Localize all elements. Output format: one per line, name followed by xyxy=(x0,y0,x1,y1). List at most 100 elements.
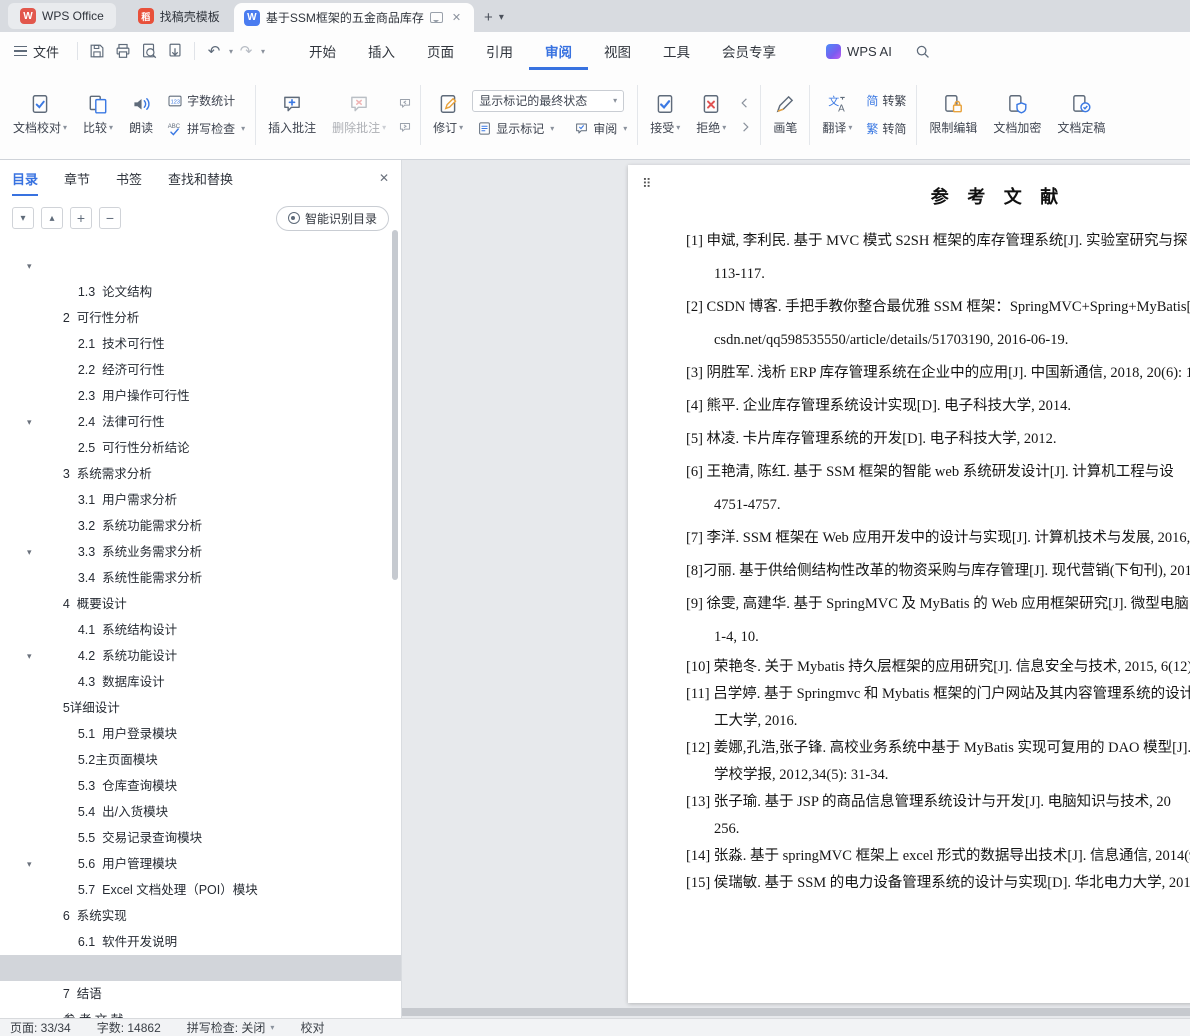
word-count-indicator[interactable]: 字数: 14862 xyxy=(97,1019,161,1036)
close-document-icon[interactable] xyxy=(449,9,464,26)
toc-expand-arrow-icon[interactable] xyxy=(27,409,32,435)
collapse-all-button[interactable] xyxy=(41,207,63,229)
finalize-button[interactable]: 文档定稿 xyxy=(1050,89,1112,140)
sidebar-tab[interactable]: 查找和替换 xyxy=(168,160,233,196)
toc-item[interactable]: 3.1 用户需求分析 xyxy=(0,435,401,507)
read-aloud-button[interactable]: 朗读 xyxy=(122,89,160,140)
ribbon-tab[interactable]: 开始 xyxy=(293,32,352,70)
review-mode-button[interactable]: 审阅 xyxy=(569,117,632,140)
accept-button[interactable]: 接受 xyxy=(643,89,687,140)
toc-item[interactable]: 5.6 用户管理模块 xyxy=(0,799,401,871)
wps-office-tab[interactable]: W WPS Office xyxy=(8,3,116,29)
toc-expand-arrow-icon[interactable] xyxy=(27,643,32,669)
markup-state-select[interactable]: 显示标记的最终状态 xyxy=(472,89,625,112)
sidebar-tab[interactable]: 目录 xyxy=(12,160,38,196)
close-sidebar-icon[interactable] xyxy=(379,171,389,185)
toc-item[interactable]: 参 考 文 献 xyxy=(0,955,401,1018)
save-button[interactable] xyxy=(84,38,110,64)
toc-item[interactable]: 5.7 Excel 文档处理（POI）模块 xyxy=(0,825,401,897)
toc-item[interactable]: 2.4 法律可行性 xyxy=(0,357,401,429)
pen-button[interactable]: 画笔 xyxy=(766,89,804,140)
toc-item[interactable]: 4.1 系统结构设计 xyxy=(0,565,401,637)
toc-item[interactable]: 致 谢 xyxy=(0,981,401,1007)
toc-item[interactable]: 6 系统实现 xyxy=(0,851,401,923)
toc-item[interactable]: 4.2 系统功能设计 xyxy=(0,591,401,663)
insert-comment-button[interactable]: 插入批注 xyxy=(261,89,323,140)
restrict-edit-button[interactable]: 限制编辑 xyxy=(922,89,984,140)
toc-item[interactable]: 5详细设计 xyxy=(0,643,401,715)
new-tab-button[interactable]: + xyxy=(484,9,493,26)
print-button[interactable] xyxy=(110,38,136,64)
document-tab[interactable]: W 基于SSM框架的五金商品库存 xyxy=(233,3,475,32)
undo-button[interactable] xyxy=(201,38,227,64)
toc-item[interactable]: 5.4 出/入货模块 xyxy=(0,747,401,819)
toc-item[interactable]: 2.2 经济可行性 xyxy=(0,305,401,377)
file-menu-button[interactable]: 文件 xyxy=(0,32,71,70)
document-page[interactable]: 参 考 文 献 [1] 申斌, 李利民. 基于 MVC 模式 S2SH 框架的库… xyxy=(628,165,1190,1003)
track-changes-button[interactable]: 修订 xyxy=(426,89,470,140)
next-comment-button[interactable] xyxy=(395,118,415,136)
previous-change-button[interactable] xyxy=(735,94,755,112)
delete-comment-button[interactable]: 删除批注 xyxy=(325,89,393,140)
toc-item[interactable]: 5.2主页面模块 xyxy=(0,695,401,767)
to-simplified-button[interactable]: 繁 转简 xyxy=(861,117,911,140)
encrypt-button[interactable]: 文档加密 xyxy=(986,89,1048,140)
toc-item[interactable]: 3.2 系统功能需求分析 xyxy=(0,461,401,533)
toc-expand-arrow-icon[interactable] xyxy=(27,253,32,279)
toc-item[interactable]: 2.1 技术可行性 xyxy=(0,279,401,351)
proofread-indicator[interactable]: 校对 xyxy=(300,1019,324,1036)
ribbon-tab[interactable]: 审阅 xyxy=(529,32,588,70)
spellcheck-indicator[interactable]: 拼写检查: 关闭 xyxy=(187,1019,275,1036)
expand-all-button[interactable] xyxy=(12,207,34,229)
redo-chevron-icon[interactable] xyxy=(261,47,265,56)
toc-item[interactable]: 2.3 用户操作可行性 xyxy=(0,331,401,403)
smart-toc-button[interactable]: 智能识别目录 xyxy=(275,205,389,231)
compare-button[interactable]: 比较 xyxy=(76,89,120,140)
toc-item[interactable]: 6.2 操作系统界面和功能实现 xyxy=(0,903,401,975)
ribbon-tab[interactable]: 引用 xyxy=(470,32,529,70)
paragraph-drag-handle-icon[interactable] xyxy=(642,177,652,192)
export-pdf-button[interactable] xyxy=(162,38,188,64)
previous-comment-button[interactable] xyxy=(395,94,415,112)
toc-expand-arrow-icon[interactable] xyxy=(27,851,32,877)
toc-item[interactable]: 3.3 系统业务需求分析 xyxy=(0,487,401,559)
sidebar-scrollbar[interactable] xyxy=(392,230,398,580)
show-markup-button[interactable]: 显示标记 xyxy=(472,117,559,140)
toc-item[interactable]: 4.3 数据库设计 xyxy=(0,617,401,689)
sidebar-tab[interactable]: 书签 xyxy=(116,160,142,196)
toc-item[interactable]: 5.1 用户登录模块 xyxy=(0,669,401,741)
toc-item[interactable]: 2 可行性分析 xyxy=(0,253,401,325)
toc-item[interactable]: 7 结语 xyxy=(0,929,401,1001)
docer-template-tab[interactable]: 稻 找稿壳模板 xyxy=(126,3,232,29)
sidebar-tab[interactable]: 章节 xyxy=(64,160,90,196)
toc-item[interactable]: 6.1 软件开发说明 xyxy=(0,877,401,949)
ribbon-tab[interactable]: 页面 xyxy=(411,32,470,70)
reject-button[interactable]: 拒绝 xyxy=(689,89,733,140)
ribbon-tab[interactable]: 视图 xyxy=(588,32,647,70)
zoom-out-toc-button[interactable] xyxy=(99,207,121,229)
zoom-in-toc-button[interactable] xyxy=(70,207,92,229)
toc-item[interactable]: 3 系统需求分析 xyxy=(0,409,401,481)
translate-button[interactable]: 文A 翻译 xyxy=(815,89,859,140)
doc-proof-button[interactable]: 文档校对 xyxy=(6,89,74,140)
wps-ai-button[interactable]: WPS AI xyxy=(826,43,892,59)
toc-item[interactable]: 1.3 论文结构 xyxy=(0,240,401,299)
search-button[interactable] xyxy=(910,38,936,64)
toc-item[interactable]: 3.4 系统性能需求分析 xyxy=(0,513,401,585)
toc-item[interactable]: 2.5 可行性分析结论 xyxy=(0,383,401,455)
toc-item[interactable]: 4 概要设计 xyxy=(0,539,401,611)
redo-button[interactable] xyxy=(233,38,259,64)
ribbon-tab[interactable]: 会员专享 xyxy=(706,32,792,70)
toc-expand-arrow-icon[interactable] xyxy=(27,539,32,565)
ribbon-tab[interactable]: 插入 xyxy=(352,32,411,70)
spell-check-button[interactable]: ABC 拼写检查 xyxy=(162,117,250,140)
to-traditional-button[interactable]: 简 转繁 xyxy=(861,89,911,112)
word-count-button[interactable]: 123 字数统计 xyxy=(162,89,240,112)
print-preview-button[interactable] xyxy=(136,38,162,64)
toc-item[interactable]: 5.5 交易记录查询模块 xyxy=(0,773,401,845)
document-canvas[interactable]: 参 考 文 献 [1] 申斌, 李利民. 基于 MVC 模式 S2SH 框架的库… xyxy=(402,160,1190,1018)
page-indicator[interactable]: 页面: 33/34 xyxy=(10,1019,71,1036)
toc-item[interactable]: 5.3 仓库查询模块 xyxy=(0,721,401,793)
tab-list-chevron-icon[interactable] xyxy=(499,12,504,23)
next-change-button[interactable] xyxy=(735,118,755,136)
